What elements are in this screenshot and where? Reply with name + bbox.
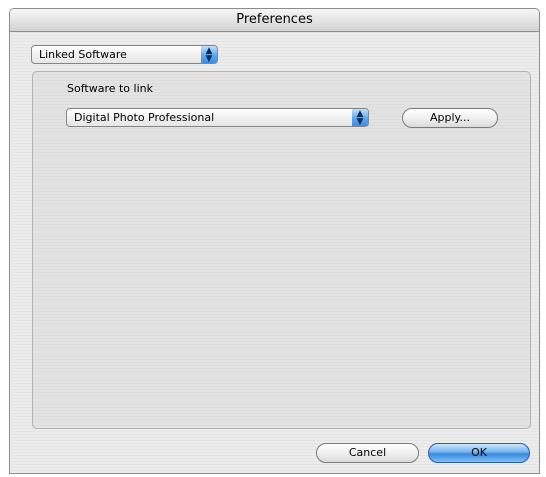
category-popup[interactable]: Linked Software ▲ ▼	[31, 45, 218, 64]
software-popup-value: Digital Photo Professional	[74, 111, 215, 124]
apply-button[interactable]: Apply...	[402, 108, 498, 128]
title-bar[interactable]: Preferences	[10, 9, 539, 32]
preferences-window: Preferences Linked Software ▲ ▼ Software …	[9, 8, 540, 474]
up-down-arrows-icon: ▲ ▼	[201, 46, 217, 63]
linked-software-panel: Software to link Digital Photo Professio…	[32, 71, 531, 429]
up-down-arrows-icon: ▲ ▼	[352, 109, 368, 126]
category-popup-value: Linked Software	[39, 48, 127, 61]
ok-button[interactable]: OK	[428, 443, 530, 463]
cancel-button[interactable]: Cancel	[316, 443, 419, 463]
software-popup[interactable]: Digital Photo Professional ▲ ▼	[66, 108, 369, 127]
window-title: Preferences	[236, 12, 313, 27]
software-to-link-label: Software to link	[67, 82, 153, 95]
